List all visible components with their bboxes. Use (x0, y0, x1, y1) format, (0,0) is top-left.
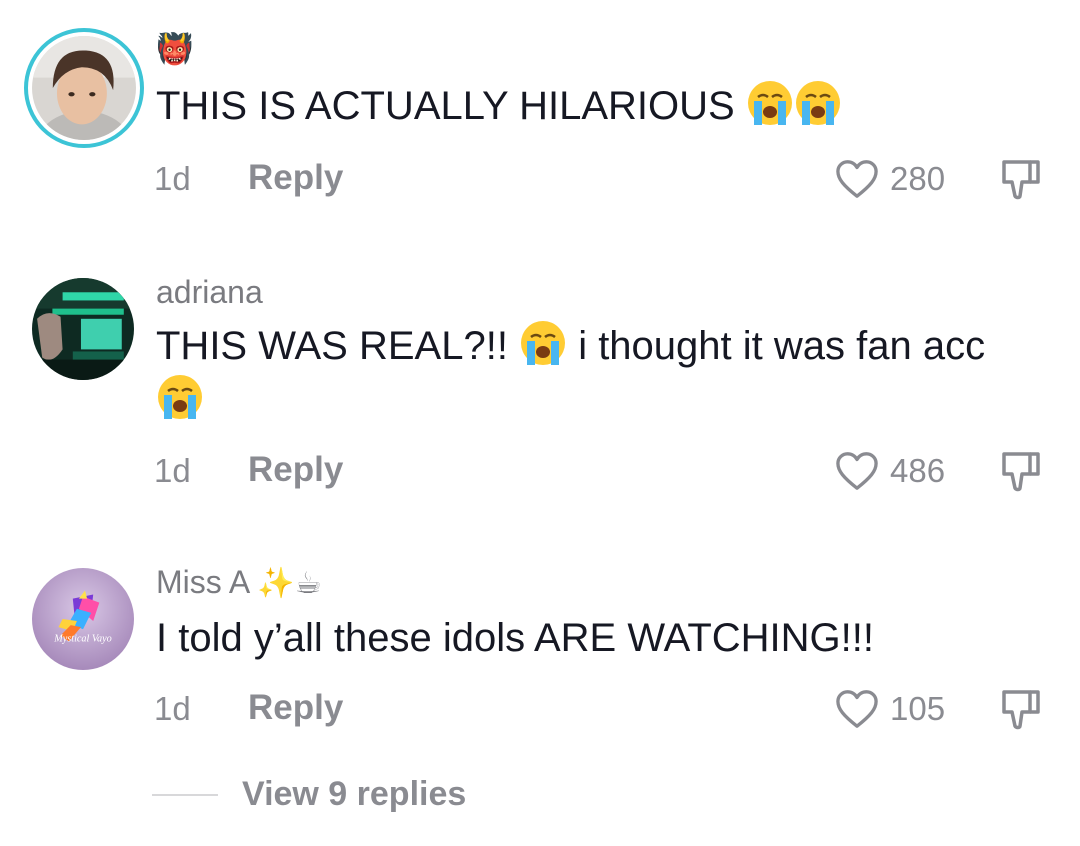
dislike-icon[interactable] (998, 686, 1042, 732)
avatar-caption: Mystical Vayo (53, 633, 111, 644)
heart-icon[interactable] (834, 450, 880, 492)
comment-text: THIS IS ACTUALLY HILARIOUS (156, 78, 842, 142)
avatar[interactable] (24, 28, 144, 148)
username[interactable]: adriana (156, 274, 263, 311)
crying-face-emoji (156, 373, 204, 436)
like-count: 105 (890, 690, 946, 727)
reply-button[interactable]: Reply (248, 158, 343, 198)
avatar[interactable]: Mystical Vayo (32, 568, 134, 670)
username[interactable]: 👹 (156, 30, 193, 67)
crying-face-emoji (519, 319, 567, 382)
ogre-emoji: 👹 (156, 33, 194, 66)
timestamp: 1d (154, 452, 191, 489)
heart-icon[interactable] (834, 688, 880, 730)
comment-text: I told y’all these idols ARE WATCHING!!! (156, 616, 874, 660)
heart-icon[interactable] (834, 158, 880, 200)
username[interactable]: Miss A ✨☕ (156, 564, 322, 601)
view-replies-button[interactable]: View 9 replies (242, 775, 466, 814)
dislike-icon[interactable] (998, 448, 1042, 494)
timestamp: 1d (154, 160, 191, 197)
crying-face-emoji (746, 79, 842, 142)
timestamp: 1d (154, 690, 191, 727)
avatar[interactable] (32, 278, 134, 380)
comment-text-line-2 (156, 372, 204, 436)
comment-text: THIS WAS REAL?!! i thought it was fan ac… (156, 318, 985, 382)
reply-button[interactable]: Reply (248, 450, 343, 490)
divider (152, 794, 218, 796)
sparkles-coffee-emoji: ✨☕ (257, 567, 322, 600)
like-count: 486 (890, 452, 946, 489)
reply-button[interactable]: Reply (248, 688, 343, 728)
dislike-icon[interactable] (998, 156, 1042, 202)
like-count: 280 (890, 160, 946, 197)
